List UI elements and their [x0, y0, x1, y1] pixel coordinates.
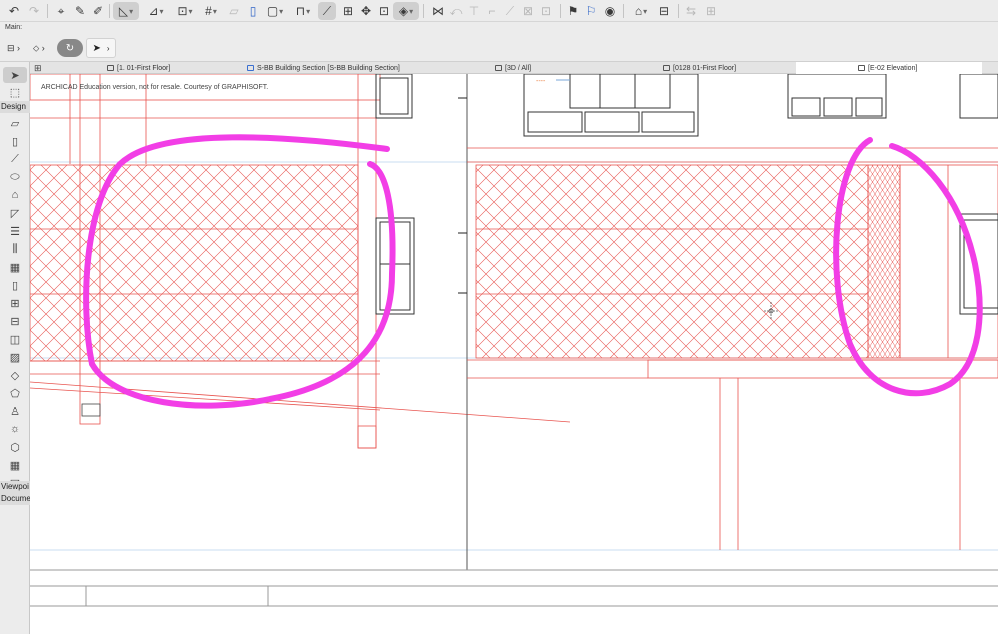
- tab-label: [E-02 Elevation]: [868, 64, 918, 72]
- teamwork-send-icon[interactable]: ⇆: [684, 2, 698, 20]
- toolbar-divider: [678, 4, 679, 18]
- flag-icon[interactable]: ⚑: [566, 2, 580, 20]
- shell-tool-icon[interactable]: ◸: [6, 205, 24, 221]
- wall-tool-icon[interactable]: ▱: [6, 115, 24, 131]
- layer-combination-icon[interactable]: ▢ ▾: [263, 2, 287, 20]
- bottom-frame: [30, 569, 998, 607]
- show-selection-icon[interactable]: ◉: [602, 2, 618, 20]
- toolbar-divider: [423, 4, 424, 18]
- snap-points-icon[interactable]: ⊡ ▾: [172, 2, 198, 20]
- document-group-header[interactable]: Docume: [0, 493, 30, 505]
- dimension-icon[interactable]: ⊞: [340, 2, 356, 20]
- toolbox: ➤ ⬚ Design ▱ ▯ ⟋ ⬭ ⌂ ◸ ☰ ⫼ ▦ ▯ ⊞ ⊟ ◫ ▨ ◇…: [0, 62, 30, 634]
- magic-wand-icon[interactable]: ⟋: [318, 2, 336, 20]
- curtain-wall-tool-icon[interactable]: ▦: [6, 259, 24, 275]
- selection-method-icon[interactable]: ⬦ ›: [33, 42, 55, 54]
- tab-overview-icon[interactable]: ⊞: [34, 63, 42, 74]
- zone-tool-icon[interactable]: ▨: [6, 349, 24, 365]
- tab-elevation[interactable]: [E-02 Elevation]: [796, 62, 982, 74]
- arrow-tool-box[interactable]: ➤ ›: [86, 38, 116, 58]
- surface-icon[interactable]: ▱: [226, 2, 242, 20]
- standard-toolbar: ↶ ↷ ⌖ ✎ ✐ ◺ ▾ ⊿ ▾ ⊡ ▾ # ▾ ▱ ▯ ▢ ▾ ⊓ ▾ ⟋ ⊞ ✥ ⊡ …: [0, 0, 998, 22]
- suspend-groups-icon[interactable]: ▯: [246, 2, 260, 20]
- layers-flag-icon[interactable]: ⚐: [584, 2, 598, 20]
- redo-icon[interactable]: ↷: [26, 2, 42, 20]
- arrow-tool-icon[interactable]: ➤: [3, 67, 27, 83]
- 3d-view-icon[interactable]: ◈ ▾: [393, 2, 419, 20]
- grid-snap-icon[interactable]: # ▾: [200, 2, 222, 20]
- inject-parameters-icon[interactable]: ✐: [91, 2, 105, 20]
- floorplan-icon: [107, 65, 114, 71]
- view-tab-bar: ⊞ [1. 01-First Floor] S-BB Building Sect…: [0, 62, 998, 74]
- toolbar-divider: [47, 4, 48, 18]
- teamwork-receive-icon[interactable]: ⊞: [704, 2, 718, 20]
- right-elevation-view: [467, 147, 998, 550]
- tab-label: [1. 01-First Floor]: [117, 64, 171, 72]
- mirror-icon[interactable]: ⋈: [430, 2, 446, 20]
- skylight-tool-icon[interactable]: ⊟: [6, 313, 24, 329]
- toolbar-divider: [109, 4, 110, 18]
- education-watermark: ARCHICAD Education version, not for resa…: [41, 84, 269, 91]
- left-window-outline: [375, 74, 415, 315]
- design-group-header[interactable]: Design: [0, 101, 30, 113]
- adjust-icon[interactable]: ⊡: [539, 2, 553, 20]
- offset-icon[interactable]: ⤺: [449, 2, 463, 20]
- info-box: Main: ⊟ › ⬦ › ↻ ➤ ›: [0, 22, 998, 62]
- guide-lines-icon[interactable]: ⊿ ▾: [143, 2, 169, 20]
- tab-building-section[interactable]: S-BB Building Section [S-BB Building Sec…: [247, 62, 472, 74]
- lamp-tool-icon[interactable]: ☼: [6, 421, 24, 437]
- drag-icon[interactable]: ✥: [358, 2, 374, 20]
- rotate-selection-button[interactable]: ↻: [57, 39, 83, 57]
- snap-guides-icon[interactable]: ◺ ▾: [113, 2, 139, 20]
- renovation-filter-icon[interactable]: ⌂ ▾: [629, 2, 653, 20]
- toolbar-divider: [623, 4, 624, 18]
- structure-icon[interactable]: ⊟: [656, 2, 672, 20]
- tab-label: [0128 01-First Floor]: [673, 64, 737, 72]
- window-tool-icon[interactable]: ⊞: [6, 295, 24, 311]
- toolbar-divider: [560, 4, 561, 18]
- explode-icon[interactable]: ⊠: [521, 2, 535, 20]
- pick-up-parameters-icon[interactable]: ✎: [73, 2, 87, 20]
- arrow-cursor-icon: ➤: [92, 42, 101, 54]
- stair-tool-icon[interactable]: ☰: [6, 223, 24, 239]
- tab-first-floor[interactable]: [1. 01-First Floor]: [107, 62, 237, 74]
- trace-reference-icon[interactable]: ⌖: [53, 2, 69, 20]
- morph-object-tool-icon[interactable]: ♙: [6, 403, 24, 419]
- morph-tool-icon[interactable]: ⬠: [6, 385, 24, 401]
- info-box-title: Main:: [5, 24, 23, 31]
- divider-ticks: [458, 97, 467, 294]
- fillet-icon[interactable]: ⌐: [485, 2, 499, 20]
- grid-element-tool-icon[interactable]: ▦: [6, 457, 24, 473]
- tab-3d-all[interactable]: [3D / All]: [495, 62, 595, 74]
- door-tool-icon[interactable]: ▯: [6, 277, 24, 293]
- lock-icon[interactable]: ⊓ ▾: [291, 2, 315, 20]
- slab-tool-icon[interactable]: ⬭: [6, 169, 24, 185]
- beam-tool-icon[interactable]: ⟋: [6, 151, 24, 167]
- element-selection-icon[interactable]: ⊟ ›: [7, 42, 31, 54]
- section-icon: [247, 65, 254, 71]
- crosshair-cursor-icon: [764, 302, 778, 320]
- undo-icon[interactable]: ↶: [6, 2, 22, 20]
- rotate-icon[interactable]: ⊡: [376, 2, 392, 20]
- chevron-right-icon: ›: [106, 43, 110, 53]
- dimension-marker: ----: [536, 78, 546, 85]
- layout-icon: [663, 65, 670, 71]
- railing-tool-icon[interactable]: ⫼: [6, 241, 24, 257]
- elevation-icon: [858, 65, 865, 71]
- elevation-drawing-canvas[interactable]: ----: [30, 74, 998, 634]
- 3d-window-icon: [495, 65, 502, 71]
- split-icon[interactable]: ⟋: [503, 2, 517, 20]
- mesh-tool-icon[interactable]: ◇: [6, 367, 24, 383]
- tab-label: [3D / All]: [505, 64, 532, 72]
- trim-icon[interactable]: ⊤: [467, 2, 481, 20]
- tab-label: S-BB Building Section [S-BB Building Sec…: [257, 64, 400, 72]
- viewpoint-group-header[interactable]: Viewpoi: [0, 481, 30, 493]
- tab-layout-first-floor[interactable]: [0128 01-First Floor]: [663, 62, 783, 74]
- marquee-tool-icon[interactable]: ⬚: [6, 84, 24, 100]
- roof-tool-icon[interactable]: ⌂: [6, 187, 24, 203]
- camera-tool-icon[interactable]: ⬡: [6, 439, 24, 455]
- column-tool-icon[interactable]: ▯: [6, 133, 24, 149]
- object-tool-icon[interactable]: ◫: [6, 331, 24, 347]
